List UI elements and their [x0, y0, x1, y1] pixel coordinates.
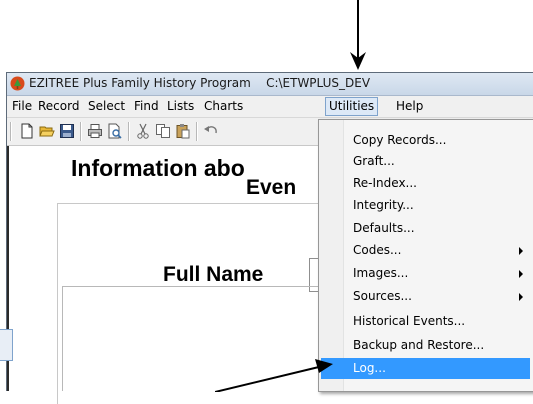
annotation-arrow-down [350, 0, 366, 70]
menu-item-codes[interactable]: Codes... [321, 240, 530, 261]
menu-item-historical-events[interactable]: Historical Events... [321, 311, 530, 332]
print-icon[interactable] [87, 123, 103, 139]
menu-item-re-index[interactable]: Re-Index... [321, 173, 530, 194]
app-name: EZITREE Plus Family History Program [29, 76, 251, 90]
events-heading: Even [246, 176, 297, 199]
menu-item-log[interactable]: Log... [321, 358, 530, 379]
open-folder-icon[interactable] [39, 123, 55, 139]
submenu-arrow-icon [519, 293, 523, 301]
menu-bar: File Record Select Find Lists Charts Uti… [7, 96, 533, 118]
utilities-dropdown: Copy Records... Graft... Re-Index... Int… [318, 119, 533, 392]
database-path: C:\ETWPLUS_DEV [266, 76, 371, 90]
menu-select[interactable]: Select [85, 98, 128, 115]
toolbar-grip [10, 122, 12, 141]
menu-item-copy-records[interactable]: Copy Records... [321, 130, 530, 151]
menu-item-backup-restore[interactable]: Backup and Restore... [321, 335, 530, 356]
menu-item-defaults[interactable]: Defaults... [321, 218, 530, 239]
copy-icon[interactable] [155, 123, 171, 139]
menu-file[interactable]: File [9, 98, 35, 115]
submenu-arrow-icon [519, 270, 523, 278]
side-tab[interactable] [0, 329, 13, 361]
toolbar-separator [196, 122, 198, 141]
menu-help[interactable]: Help [393, 98, 426, 115]
toolbar-separator [80, 122, 82, 141]
paste-icon[interactable] [175, 123, 191, 139]
menu-charts[interactable]: Charts [201, 98, 246, 115]
new-document-icon[interactable] [19, 123, 35, 139]
window-title: EZITREE Plus Family History Program C:\E… [29, 76, 370, 90]
menu-utilities[interactable]: Utilities [325, 97, 379, 116]
full-name-label: Full Name [163, 263, 264, 286]
menu-item-graft[interactable]: Graft... [321, 151, 530, 172]
submenu-arrow-icon [519, 247, 523, 255]
menu-item-integrity[interactable]: Integrity... [321, 195, 530, 216]
save-icon[interactable] [59, 123, 75, 139]
annotation-arrow-diagonal [215, 359, 333, 392]
menu-lists[interactable]: Lists [164, 98, 197, 115]
app-tree-icon [10, 76, 25, 91]
menu-item-sources[interactable]: Sources... [321, 286, 530, 307]
info-heading: Information abo [71, 155, 245, 181]
cut-icon[interactable] [135, 123, 151, 139]
undo-icon[interactable] [203, 123, 219, 139]
menu-record[interactable]: Record [35, 98, 82, 115]
title-bar: EZITREE Plus Family History Program C:\E… [7, 73, 533, 96]
menu-item-images[interactable]: Images... [321, 263, 530, 284]
print-preview-icon[interactable] [107, 123, 123, 139]
toolbar-separator [128, 122, 130, 141]
menu-find[interactable]: Find [131, 98, 162, 115]
